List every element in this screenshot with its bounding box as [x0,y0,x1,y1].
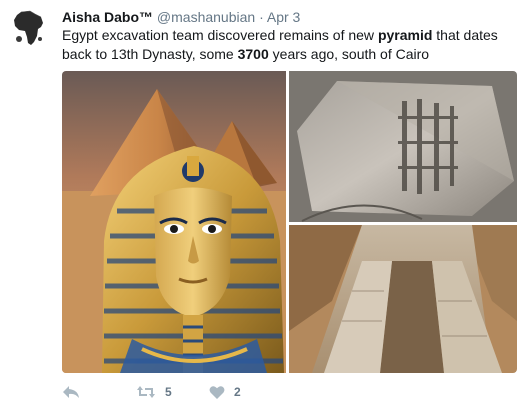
author-handle[interactable]: @mashanubian [157,9,255,25]
tweet-actions: 5 2 [62,382,502,402]
tweet-card: Aisha Dabo™ @mashanubian · Apr 3 Egypt e… [0,0,523,406]
image-pyramids-and-golden-mask[interactable] [62,71,286,373]
reply-icon [63,386,79,398]
tweet-text-part: Egypt excavation team discovered remains… [62,27,378,43]
tweet-text: Egypt excavation team discovered remains… [62,26,514,64]
africa-map-avatar-icon [10,9,48,47]
retweet-icon [137,386,155,398]
like-count: 2 [234,385,241,399]
media-grid [62,71,517,373]
tweet-date[interactable]: Apr 3 [267,9,300,25]
avatar[interactable] [10,9,48,47]
image-inscribed-stone-block[interactable] [289,71,517,222]
separator-dot: · [259,9,264,25]
tweet-header: Aisha Dabo™ @mashanubian · Apr 3 [62,9,300,26]
heart-icon [209,385,225,399]
tweet-text-keyword: pyramid [377,27,433,43]
retweet-button[interactable]: 5 [136,382,172,402]
like-button[interactable]: 2 [209,382,241,402]
retweet-count: 5 [165,385,172,399]
reply-button[interactable] [62,382,80,402]
image-excavation-trench[interactable] [289,225,517,373]
tweet-text-part: years ago, south of Cairo [268,46,430,62]
author-name[interactable]: Aisha Dabo™ [62,9,153,25]
tweet-text-number: 3700 [237,46,269,62]
